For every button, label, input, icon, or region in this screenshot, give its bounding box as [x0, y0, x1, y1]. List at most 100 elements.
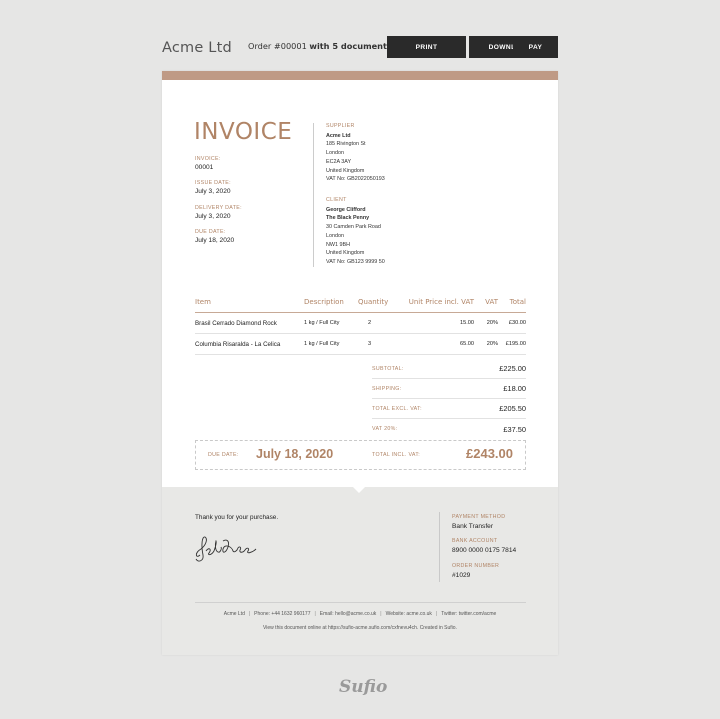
- contact-company: Acme Ltd: [223, 611, 245, 617]
- supplier-block: SUPPLIER Acme Ltd 185 Rivington St Londo…: [326, 122, 385, 184]
- col-description: Description: [304, 298, 358, 313]
- sufio-logo: Sufio: [339, 677, 388, 697]
- supplier-address-line: London: [326, 150, 344, 157]
- vat-value: £37.50: [503, 424, 526, 434]
- due-box-label: DUE DATE:: [208, 452, 239, 458]
- bank-account-label: BANK ACCOUNT: [452, 538, 498, 544]
- contact-email[interactable]: Email: hello@acme.co.uk: [320, 611, 377, 617]
- total-excl-vat-value: £205.50: [499, 404, 526, 413]
- client-block: CLIENT George Clifford The Black Penny 3…: [326, 196, 385, 267]
- shipping-value: £18.00: [503, 384, 526, 393]
- item-total: £195.00: [498, 333, 526, 355]
- supplier-address-line: 185 Rivington St: [326, 141, 366, 148]
- delivery-date-label: DELIVERY DATE:: [195, 205, 242, 211]
- bank-account: BANK ACCOUNT 8900 0000 0175 7814: [452, 538, 516, 554]
- col-item: Item: [195, 298, 304, 313]
- due-date-label: DUE DATE:: [195, 229, 226, 235]
- item-name: Brasil Cerrado Diamond Rock: [195, 312, 304, 334]
- footer-notch: [352, 486, 366, 493]
- contact-phone: Phone: +44 1632 960177: [254, 611, 311, 617]
- item-name: Columbia Risaralda - La Celica: [195, 333, 304, 355]
- print-button[interactable]: PRINT: [387, 36, 466, 58]
- invoice-number-value: 00001: [195, 164, 214, 171]
- supplier-address-line: EC2A 3AY: [326, 158, 352, 165]
- client-address-line: United Kingdom: [326, 250, 365, 257]
- due-box-date: July 18, 2020: [256, 447, 334, 461]
- client-address-line: London: [326, 232, 344, 239]
- order-number-block: ORDER NUMBER #1029: [452, 563, 499, 579]
- order-number-value: #1029: [452, 572, 471, 579]
- invoice-title: INVOICE: [194, 119, 293, 145]
- invoice-number: INVOICE: 00001: [195, 156, 221, 171]
- item-vat: 20%: [474, 333, 498, 355]
- payment-method-value: Bank Transfer: [452, 523, 494, 530]
- client-name: George Clifford: [326, 206, 366, 213]
- client-vat: VAT No: GB123 9999 50: [326, 258, 385, 265]
- subtotal-label: SUBTOTAL:: [372, 365, 404, 372]
- invoice-footer: Thank you for your purchase. PAYMENT MET…: [162, 486, 558, 655]
- divider: [313, 123, 314, 267]
- issue-date-value: July 3, 2020: [195, 188, 231, 195]
- col-total: Total: [498, 298, 526, 313]
- issue-date: ISSUE DATE: July 3, 2020: [195, 180, 231, 195]
- supplier-label: SUPPLIER: [326, 123, 355, 129]
- item-vat: 20%: [474, 312, 498, 334]
- client-address-line: NW1 9BH: [326, 241, 350, 248]
- vat-row: VAT 20%: £37.50: [372, 419, 526, 439]
- due-total-box: DUE DATE: July 18, 2020 TOTAL INCL. VAT:…: [195, 440, 526, 470]
- payment-method-label: PAYMENT METHOD: [452, 514, 506, 520]
- client-address-line: 30 Camden Park Road: [326, 224, 381, 231]
- order-documents-count: with 5 documents: [309, 41, 392, 51]
- order-number-label: ORDER NUMBER: [452, 563, 500, 569]
- col-quantity: Quantity: [358, 298, 400, 313]
- table-row: Columbia Risaralda - La Celica 1 kg / Fu…: [195, 333, 526, 355]
- client-label: CLIENT: [326, 197, 347, 203]
- contact-website[interactable]: Website: acme.co.uk: [386, 611, 432, 617]
- issue-date-label: ISSUE DATE:: [195, 180, 231, 186]
- item-total: £30.00: [498, 312, 526, 334]
- client-company: The Black Penny: [326, 215, 370, 222]
- top-bar: Acme Ltd Order #00001 with 5 documents ⌄…: [162, 36, 558, 58]
- table-row: Brasil Cerrado Diamond Rock 1 kg / Full …: [195, 312, 526, 334]
- shipping-row: SHIPPING: £18.00: [372, 379, 526, 399]
- vat-label: VAT 20%:: [372, 426, 398, 432]
- table-header-row: Item Description Quantity Unit Price inc…: [195, 298, 526, 313]
- invoice-number-label: INVOICE:: [195, 156, 221, 162]
- invoice-document: INVOICE INVOICE: 00001 ISSUE DATE: July …: [162, 71, 558, 655]
- thank-you-note: Thank you for your purchase.: [195, 514, 279, 521]
- item-quantity: 3: [358, 333, 400, 355]
- total-incl-vat-value: £243.00: [466, 446, 513, 461]
- total-incl-vat-label: TOTAL INCL. VAT:: [372, 452, 421, 458]
- footer-separator: [195, 602, 526, 603]
- bank-account-value: 8900 0000 0175 7814: [452, 547, 517, 554]
- supplier-address-line: United Kingdom: [326, 167, 365, 174]
- item-unit-price: 15.00: [400, 312, 474, 334]
- due-date-meta: DUE DATE: July 18, 2020: [195, 229, 234, 244]
- total-excl-vat-label: TOTAL EXCL. VAT:: [372, 405, 422, 412]
- payment-method: PAYMENT METHOD Bank Transfer: [452, 514, 505, 530]
- supplier-name: Acme Ltd: [326, 132, 351, 139]
- subtotal-row: SUBTOTAL: £225.00: [372, 359, 526, 379]
- view-online-link[interactable]: View this document online at https://suf…: [162, 625, 558, 631]
- total-excl-vat-row: TOTAL EXCL. VAT: £205.50: [372, 399, 526, 419]
- item-unit-price: 65.00: [400, 333, 474, 355]
- company-name: Acme Ltd: [162, 40, 232, 56]
- item-description: 1 kg / Full City: [304, 333, 358, 355]
- pay-button[interactable]: PAY: [513, 36, 558, 58]
- shipping-label: SHIPPING:: [372, 385, 402, 392]
- item-quantity: 2: [358, 312, 400, 334]
- due-date-value: July 18, 2020: [195, 237, 235, 244]
- signature-image: [195, 536, 257, 562]
- order-documents-dropdown[interactable]: Order #00001 with 5 documents ⌄: [248, 41, 403, 51]
- contact-line: Acme Ltd | Phone: +44 1632 960177 | Email: h…: [223, 611, 497, 617]
- supplier-vat: VAT No: GB2022050193: [326, 176, 385, 183]
- contact-twitter[interactable]: Twitter: twitter.com/acme: [441, 611, 496, 617]
- subtotal-value: £225.00: [499, 364, 526, 373]
- col-vat: VAT: [474, 298, 498, 313]
- delivery-date-value: July 3, 2020: [195, 213, 231, 220]
- item-description: 1 kg / Full City: [304, 312, 358, 334]
- footer-divider: [439, 512, 440, 582]
- items-table: Item Description Quantity Unit Price inc…: [195, 298, 526, 355]
- order-number: Order #00001: [248, 41, 307, 51]
- col-unit-price: Unit Price incl. VAT: [400, 298, 474, 313]
